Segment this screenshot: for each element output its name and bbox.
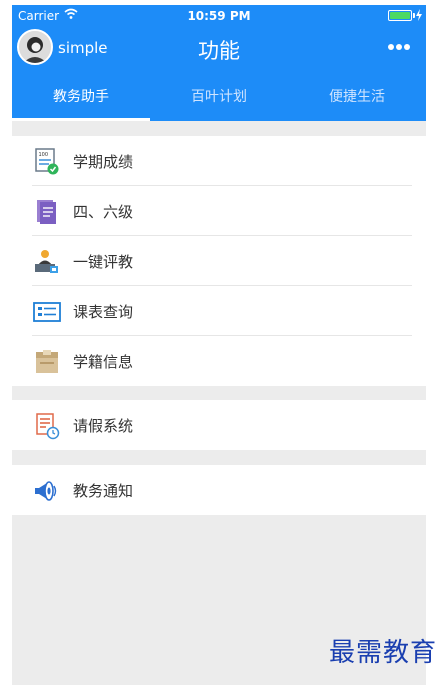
battery-icon	[388, 10, 412, 21]
item-label: 课表查询	[73, 303, 134, 321]
item-label: 教务通知	[73, 482, 134, 500]
tab-baiye-plan[interactable]: 百叶计划	[150, 77, 288, 121]
item-label: 请假系统	[73, 417, 134, 435]
document-purple-icon	[37, 200, 56, 224]
student-record-icon	[36, 350, 58, 373]
leave-group: 请假系统	[12, 400, 426, 450]
list-item-timetable[interactable]: 课表查询	[12, 286, 426, 336]
page-title: 功能	[198, 39, 240, 63]
list-item-leave[interactable]: 请假系统	[12, 400, 426, 450]
watermark-text: 最需教育	[328, 638, 437, 668]
list-item-student-status[interactable]: 学籍信息	[12, 336, 426, 386]
tab-bar: 教务助手 百叶计划 便捷生活	[12, 77, 426, 121]
list-item-notice[interactable]: 教务通知	[12, 465, 426, 515]
list-item-evaluation[interactable]: 一键评教	[12, 236, 426, 286]
svg-text:100: 100	[39, 152, 49, 158]
status-bar: Carrier 10:59 PM	[12, 5, 426, 25]
megaphone-icon	[35, 481, 57, 501]
tab-academic-assistant[interactable]: 教务助手	[12, 77, 150, 121]
schedule-card-icon	[33, 302, 61, 322]
charging-icon	[416, 9, 422, 21]
teacher-evaluation-icon	[35, 250, 58, 273]
academic-group: 100 学期成绩 四、六级 一键评教 课表查询 学籍信息	[12, 136, 426, 386]
item-label: 学籍信息	[73, 353, 134, 371]
status-time: 10:59 PM	[187, 9, 251, 23]
item-label: 学期成绩	[73, 153, 134, 171]
more-dots-icon[interactable]	[388, 40, 414, 54]
list-item-cet[interactable]: 四、六级	[12, 186, 426, 236]
function-list: 100 学期成绩 四、六级 一键评教 课表查询 学籍信息 请假系统 教务通知	[12, 121, 426, 685]
item-label: 一键评教	[73, 253, 134, 271]
app-header: Carrier 10:59 PM simple 功能 教务助手 百叶计划 便捷生…	[12, 5, 426, 121]
tab-convenient-life[interactable]: 便捷生活	[288, 77, 426, 121]
item-label: 四、六级	[73, 203, 134, 221]
notice-group: 教务通知	[12, 465, 426, 515]
leave-clock-icon	[36, 413, 60, 440]
list-item-grades[interactable]: 100 学期成绩	[12, 136, 426, 186]
battery-tip	[413, 13, 415, 18]
grade-report-icon: 100	[35, 148, 59, 175]
